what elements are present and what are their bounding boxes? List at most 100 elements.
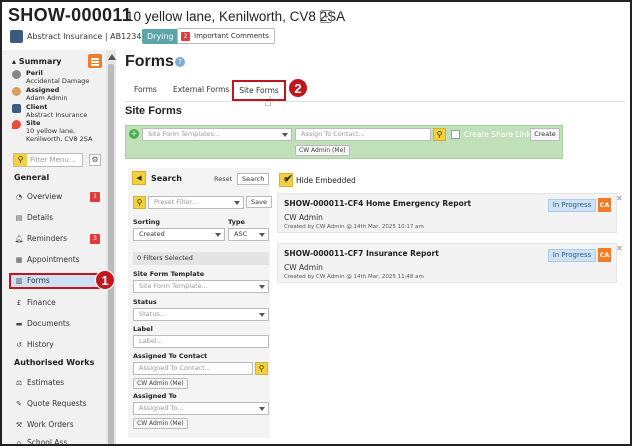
create-button[interactable]: Create — [530, 128, 560, 141]
folder-icon: ▬ — [15, 320, 23, 328]
overview-count-badge: 1 — [90, 192, 100, 202]
assign-placeholder: Assign To Contact... — [301, 130, 365, 138]
sidebar-item-finance[interactable]: £ Finance — [14, 296, 106, 310]
close-icon[interactable]: ✕ — [616, 244, 623, 253]
sorting-select[interactable]: Created — [133, 228, 225, 241]
important-count-badge: 2 — [181, 31, 190, 41]
site-form-template-select[interactable]: Site Form Templates... — [142, 128, 292, 141]
search-icon[interactable]: ⚲ — [433, 128, 446, 141]
assigned-contact-label: Assigned To Contact — [133, 352, 208, 360]
sidebar-item-reminders[interactable]: 🔔︎ Reminders 3 — [14, 232, 106, 246]
bell-icon: 🔔︎ — [14, 235, 24, 243]
assigned-to-label: Assigned To — [133, 392, 177, 400]
scroll-up-icon[interactable] — [108, 54, 116, 60]
preset-filter-select[interactable]: Preset Filter... — [148, 196, 244, 209]
map-pin-icon[interactable]: ⌖ — [320, 10, 332, 23]
add-icon[interactable]: + — [129, 129, 139, 139]
avatar — [12, 87, 21, 96]
tab-site-forms[interactable]: Site Forms — [232, 80, 286, 101]
sidebar-item-details[interactable]: ▤ Details — [14, 211, 106, 225]
sidebar-item-forms[interactable]: ▥ Forms — [9, 273, 107, 289]
assigned-to-select[interactable]: Assigned To... — [133, 402, 269, 415]
job-address: 10 yellow lane, Kenilworth, CV8 2SA — [126, 9, 346, 24]
status-label: Status — [133, 298, 157, 306]
summary-site-value2: Kenilworth, CV8 2SA — [26, 135, 93, 143]
summary-peril-title: Peril — [26, 69, 43, 77]
form-title: SHOW-000011-CF4 Home Emergency Report — [284, 199, 472, 208]
check-icon[interactable]: ✔ — [284, 172, 293, 185]
reset-link[interactable]: Reset — [214, 175, 232, 183]
summary-assigned-title: Assigned — [26, 86, 60, 94]
template-filter-placeholder: Site Form Template... — [139, 282, 208, 290]
tab-external-forms[interactable]: External Forms — [173, 83, 229, 97]
sidebar-item-label: Finance — [27, 298, 56, 307]
sidebar-item-quote-requests[interactable]: ✎ Quote Requests — [14, 397, 106, 411]
chevron-down-icon — [259, 285, 265, 289]
search-icon[interactable]: ⚲ — [133, 196, 146, 209]
save-button[interactable]: Save — [246, 196, 272, 208]
close-icon[interactable]: ✕ — [616, 194, 623, 203]
assign-chip[interactable]: CW Admin (Me) — [295, 145, 350, 156]
scale-icon: ⚖ — [15, 379, 23, 387]
status-filter[interactable]: Status... — [133, 308, 269, 321]
type-value: ASC — [234, 230, 248, 238]
avatar: CA — [598, 198, 611, 212]
forms-tabs: Forms External Forms Site Forms — [125, 80, 625, 102]
gear-icon[interactable]: ⚙ — [89, 154, 101, 166]
sidebar-item-history[interactable]: ↺ History — [14, 338, 106, 352]
history-icon: ↺ — [16, 341, 22, 349]
search-icon[interactable]: ⚲ — [255, 362, 268, 375]
sidebar-item-school[interactable]: ⌂ School Ass... — [14, 436, 106, 444]
sidebar-item-label: Overview — [27, 192, 63, 201]
help-icon[interactable]: ? — [175, 57, 185, 67]
form-meta: Created by CW Admin @ 14th Mar, 2025 10:… — [284, 224, 424, 230]
search-title: Search — [151, 174, 182, 183]
summary-site-title: Site — [26, 119, 41, 127]
sidebar-item-estimates[interactable]: ⚖ Estimates — [14, 376, 106, 390]
label-label: Label — [133, 325, 153, 333]
scroll-thumb[interactable] — [108, 64, 114, 444]
sidebar-item-work-orders[interactable]: ⚒ Work Orders — [14, 418, 106, 432]
type-label: Type — [228, 218, 245, 226]
form-card[interactable]: SHOW-000011-CF7 Insurance Report CW Admi… — [277, 243, 623, 283]
sidebar-item-overview[interactable]: ◔ Overview 1 — [14, 190, 106, 204]
job-id: SHOW-000011 — [8, 5, 133, 25]
sidebar-item-label: Forms — [27, 276, 50, 285]
sidebar-item-label: Quote Requests — [27, 399, 87, 408]
summary-toggle[interactable]: ▴ Summary — [12, 57, 62, 66]
label-input[interactable]: Label... — [133, 335, 269, 348]
app-window: SHOW-000011 10 yellow lane, Kenilworth, … — [0, 0, 632, 446]
search-button[interactable]: Search — [237, 173, 270, 185]
form-title: SHOW-000011-CF7 Insurance Report — [284, 249, 439, 258]
summary-assigned-value: Adam Admin — [26, 94, 68, 102]
type-select[interactable]: ASC — [228, 228, 269, 241]
menu-icon[interactable] — [88, 54, 102, 68]
assign-contact-select[interactable]: Assign To Contact... — [295, 128, 431, 141]
summary-client-title: Client — [26, 103, 48, 111]
summary-site-value: 10 yellow lane, — [26, 127, 76, 135]
filters-selected[interactable]: 0 Filters Selected — [133, 252, 269, 265]
share-link-checkbox[interactable] — [451, 130, 460, 139]
important-comments-label: Important Comments — [194, 32, 269, 40]
important-comments-button[interactable]: 2 Important Comments — [177, 28, 275, 44]
warning-icon — [12, 70, 21, 79]
filter-menu-placeholder: Filter Menu... — [30, 156, 76, 164]
assigned-contact-input[interactable]: Assigned To Contact... — [133, 362, 253, 375]
filter-menu-input[interactable]: ⚲ Filter Menu... — [13, 153, 83, 167]
chevron-down-icon — [259, 313, 265, 317]
sidebar-item-label: Appointments — [27, 255, 80, 264]
sidebar-item-documents[interactable]: ▬ Documents — [14, 317, 106, 331]
collapse-left-icon[interactable]: ◀ — [132, 171, 146, 185]
tab-forms[interactable]: Forms — [134, 83, 157, 97]
form-card[interactable]: SHOW-000011-CF4 Home Emergency Report CW… — [277, 193, 623, 233]
site-form-template-filter[interactable]: Site Form Template... — [133, 280, 269, 293]
assigned-to-chip[interactable]: CW Admin (Me) — [133, 418, 188, 429]
location-pin-icon — [12, 120, 21, 129]
section-title: Site Forms — [125, 105, 182, 117]
sidebar-item-label: Details — [27, 213, 54, 222]
assigned-contact-chip[interactable]: CW Admin (Me) — [133, 378, 188, 389]
chevron-down-icon — [234, 201, 240, 205]
hide-embedded-label: Hide Embedded — [296, 176, 356, 185]
label-placeholder: Label... — [139, 337, 163, 345]
sidebar-item-appointments[interactable]: ▦ Appointments — [14, 253, 106, 267]
